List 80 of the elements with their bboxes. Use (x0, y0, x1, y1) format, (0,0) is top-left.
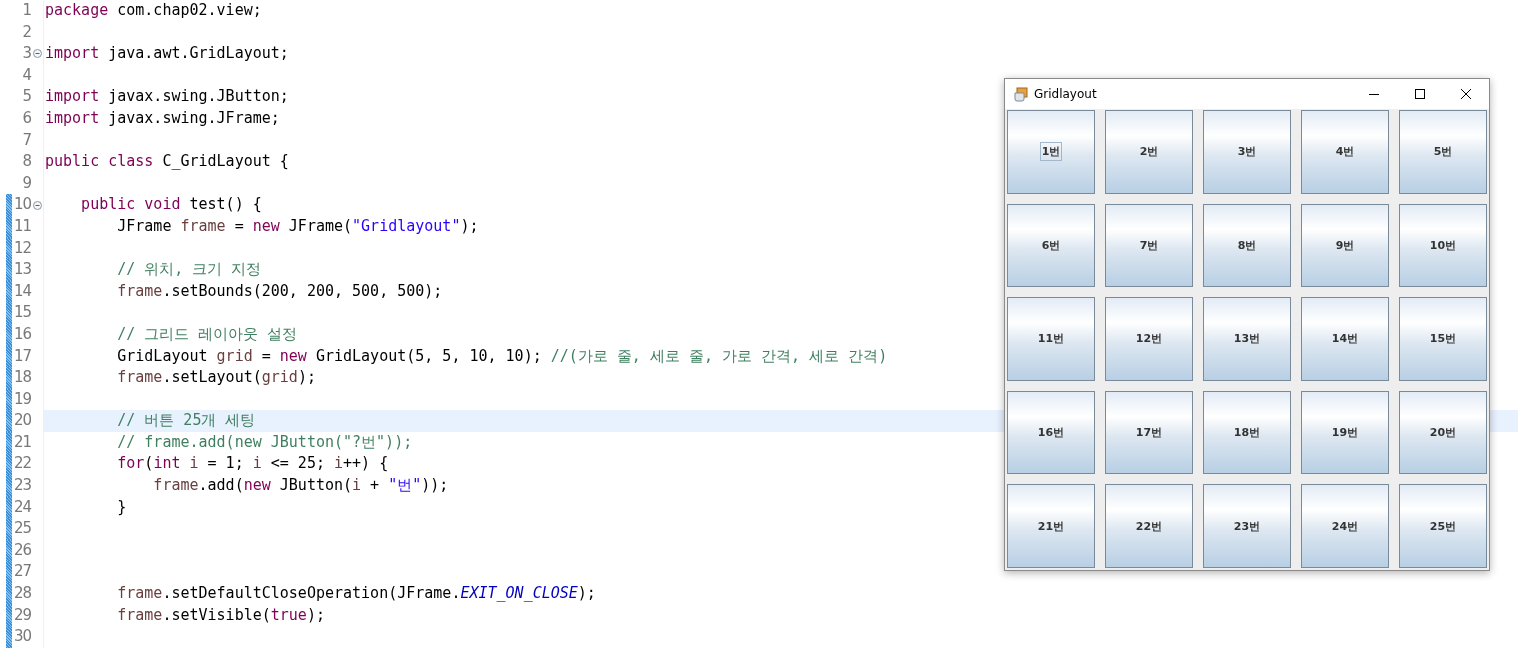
line-number: 4 (21, 64, 31, 86)
grid-button[interactable]: 2번 (1105, 110, 1193, 194)
grid-button[interactable]: 12번 (1105, 297, 1193, 381)
line-number: 26 (12, 539, 31, 561)
code-line: // 그리드 레이아웃 설정 (116, 324, 298, 343)
fold-icon[interactable] (32, 49, 42, 59)
line-number: 22 (12, 453, 31, 475)
code-line: // 버튼 25개 세팅 (116, 411, 256, 430)
grid-button[interactable]: 17번 (1105, 390, 1193, 475)
code-line: import javax.swing.JFrame; (45, 108, 280, 127)
line-number: 9 (21, 172, 31, 194)
line-number: 17 (12, 345, 31, 367)
grid-button[interactable]: 18번 (1203, 390, 1291, 475)
grid-button[interactable]: 4번 (1301, 110, 1389, 194)
line-number: 29 (12, 604, 31, 626)
line-number: 8 (21, 151, 31, 173)
code-line: // 위치, 크기 지정 (116, 260, 262, 279)
grid-button[interactable]: 8번 (1203, 203, 1291, 288)
grid-button[interactable]: 1번 (1007, 110, 1095, 194)
code-line: frame.setBounds(200, 200, 500, 500); (116, 281, 443, 300)
line-number: 6 (21, 107, 31, 129)
grid-button[interactable]: 13번 (1203, 297, 1291, 381)
code-line: GridLayout grid = new GridLayout(5, 5, 10, 10); //(가로 줄, 세로 줄, 가로 간격, 세로 간격) (116, 346, 888, 365)
grid-button[interactable]: 24번 (1301, 484, 1389, 568)
code-line: package com.chap02.view; (45, 1, 262, 19)
line-number: 23 (12, 475, 31, 497)
line-number: 13 (12, 259, 31, 281)
grid-button[interactable]: 15번 (1399, 297, 1487, 381)
grid-button[interactable]: 6번 (1007, 203, 1095, 288)
grid-button[interactable]: 20번 (1399, 390, 1487, 475)
code-line: } (116, 497, 127, 516)
grid-button[interactable]: 5번 (1399, 110, 1487, 194)
fold-icon[interactable] (32, 200, 42, 210)
code-line: public class C_GridLayout { (45, 152, 289, 171)
line-number: 18 (12, 367, 31, 389)
line-number: 3 (21, 43, 31, 65)
grid-button[interactable]: 9번 (1301, 203, 1389, 288)
code-line: import java.awt.GridLayout; (45, 44, 289, 63)
line-number: 12 (12, 237, 31, 259)
line-number: 14 (12, 280, 31, 302)
line-number: 5 (21, 86, 31, 108)
window-title: Gridlayout (1034, 87, 1097, 101)
grid-button[interactable]: 22번 (1105, 484, 1193, 568)
line-number: 28 (12, 583, 31, 605)
grid-button[interactable]: 23번 (1203, 484, 1291, 568)
code-line: import javax.swing.JButton; (45, 87, 289, 106)
grid-button[interactable]: 10번 (1399, 203, 1487, 288)
line-number: 27 (12, 561, 31, 583)
line-number: 7 (21, 129, 31, 151)
line-number: 11 (12, 215, 31, 237)
line-number: 10 (12, 194, 31, 216)
grid-button[interactable]: 11번 (1007, 297, 1095, 381)
code-line: // frame.add(new JButton("?번")); (116, 432, 413, 451)
line-number: 2 (21, 21, 31, 43)
line-number: 21 (12, 431, 31, 453)
line-number: 1 (21, 0, 31, 21)
code-line: JFrame frame = new JFrame("Gridlayout"); (116, 216, 479, 235)
grid-button[interactable]: 16번 (1007, 390, 1095, 475)
grid-button[interactable]: 14번 (1301, 297, 1389, 381)
cup-icon (1013, 86, 1029, 102)
grid-button[interactable]: 21번 (1007, 484, 1095, 568)
grid-button[interactable]: 25번 (1399, 484, 1487, 568)
line-number: 24 (12, 496, 31, 518)
line-number: 25 (12, 518, 31, 540)
maximize-icon (1414, 88, 1426, 100)
code-line: public void test() { (80, 195, 262, 214)
grid-button[interactable]: 7번 (1105, 203, 1193, 288)
line-number: 20 (12, 410, 31, 432)
code-line: frame.setDefaultCloseOperation(JFrame.EXIT_ON_CLOSE); (116, 584, 596, 603)
line-number: 19 (12, 388, 31, 410)
line-number: 30 (12, 626, 31, 648)
grid-button[interactable]: 3번 (1203, 110, 1291, 194)
grid-button[interactable]: 19번 (1301, 390, 1389, 475)
line-number: 16 (12, 323, 31, 345)
code-line: for(int i = 1; i <= 25; i++) { (116, 454, 389, 473)
close-icon (1460, 88, 1472, 100)
code-line: frame.add(new JButton(i + "번")); (152, 476, 449, 495)
code-line: frame.setVisible(true); (116, 605, 325, 624)
code-line: frame.setLayout(grid); (116, 368, 316, 387)
line-number: 15 (12, 302, 31, 324)
